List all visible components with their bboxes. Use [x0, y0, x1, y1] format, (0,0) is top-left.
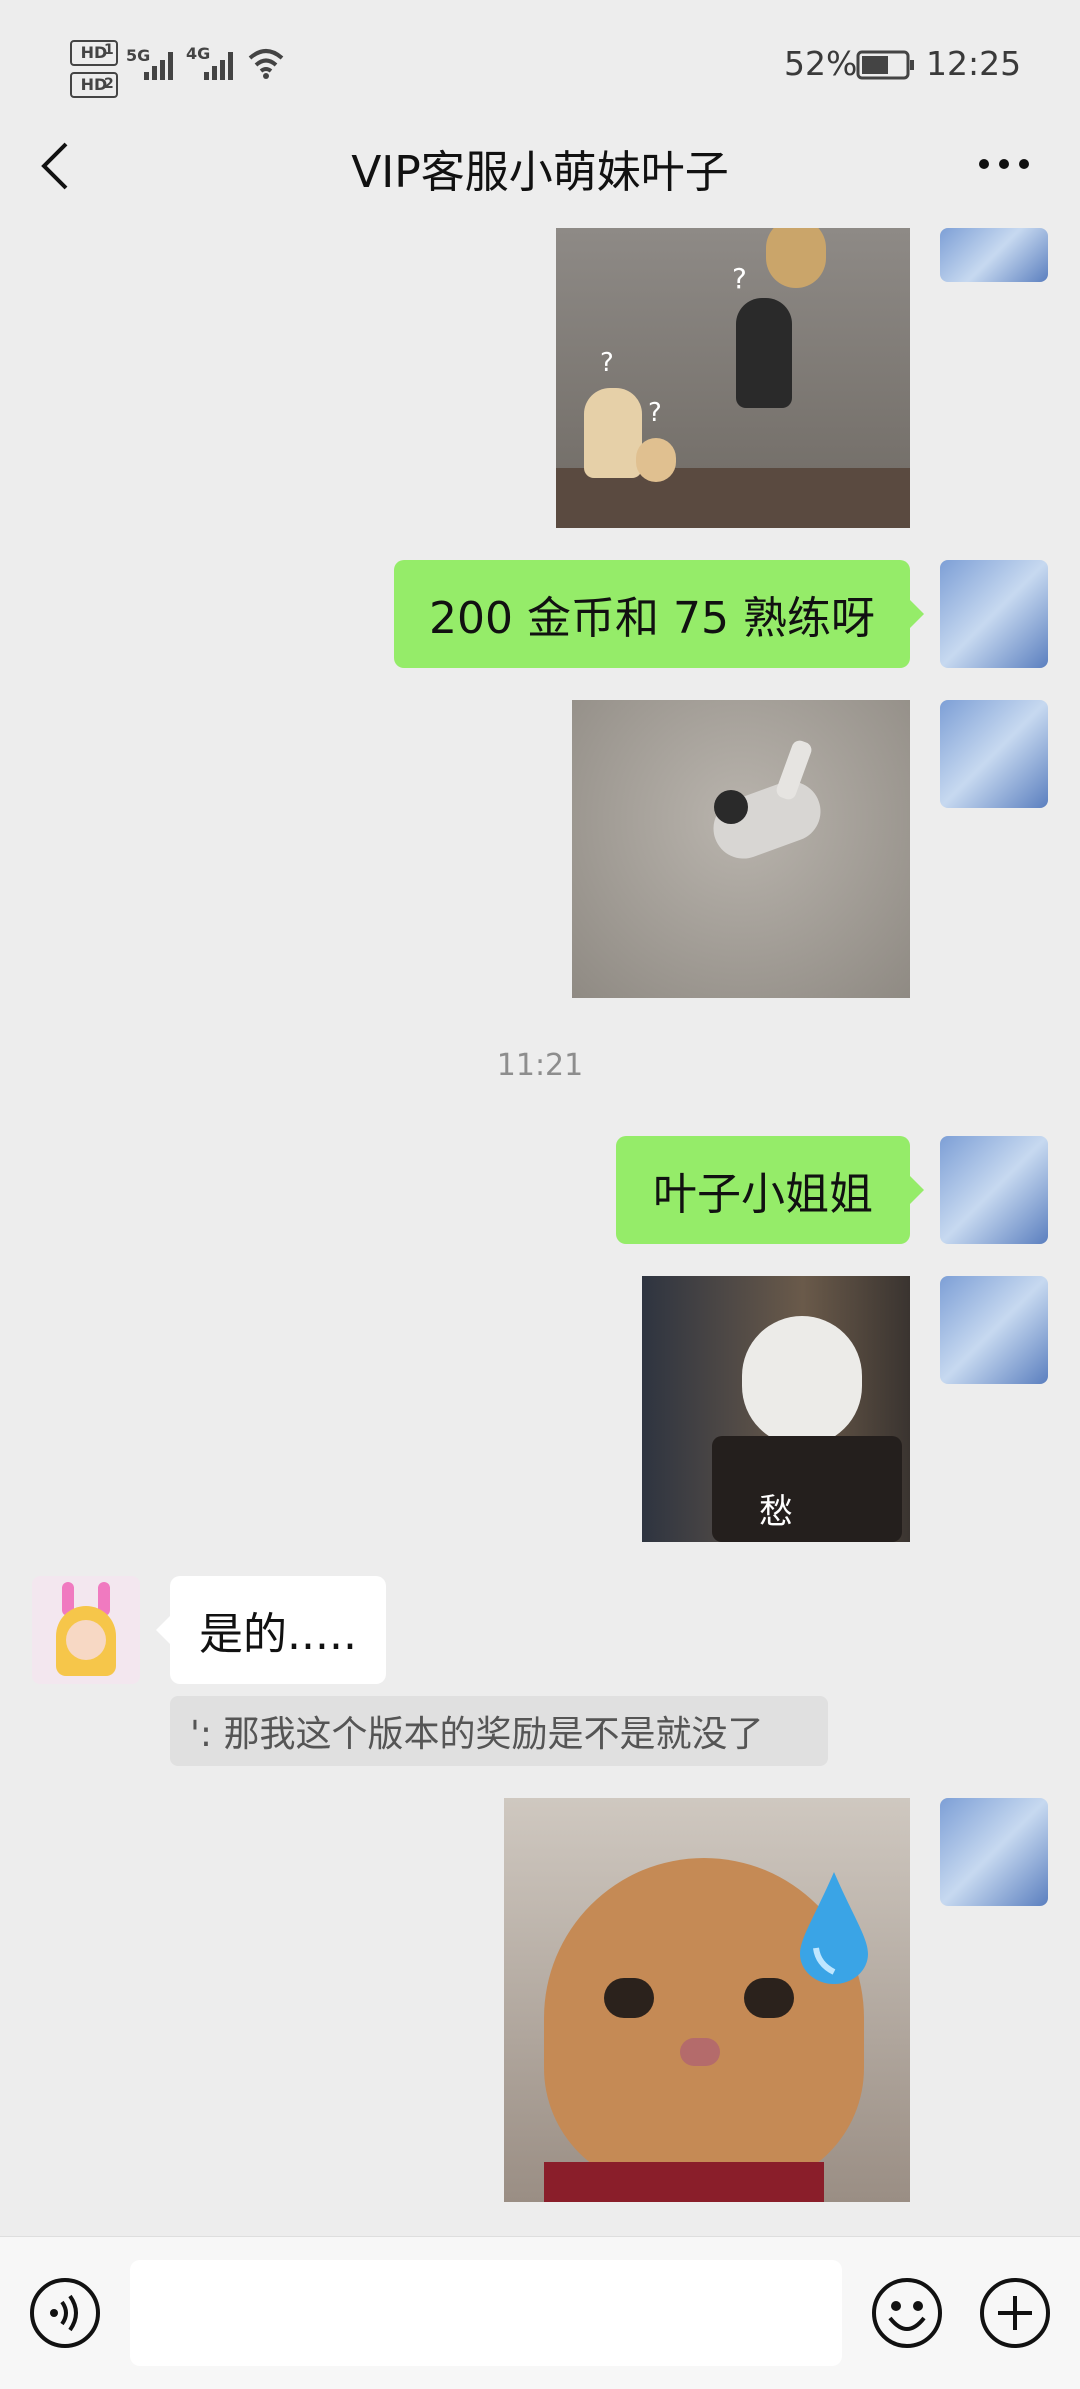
more-dots-icon[interactable] [976, 152, 1032, 176]
wifi-icon [248, 49, 284, 79]
battery-icon [856, 50, 914, 80]
sticker-cat[interactable]: 愁 [642, 1276, 910, 1542]
hd1-sub: 1 [104, 42, 114, 58]
sticker-caption: 愁 [759, 1492, 793, 1532]
message-text: 200 金币和 75 熟练呀 [429, 593, 875, 644]
hd2-sub: 2 [104, 76, 114, 92]
plus-icon[interactable] [978, 2276, 1052, 2350]
message-bubble[interactable]: 叶子小姐姐 [616, 1136, 924, 1244]
sticker-person[interactable] [572, 700, 910, 998]
message-bubble[interactable]: 200 金币和 75 熟练呀 [394, 560, 924, 668]
quoted-reply[interactable]: ': 那我这个版本的奖励是不是就没了 [170, 1696, 828, 1766]
my-avatar[interactable] [940, 560, 1048, 668]
timestamp: 11:21 [496, 1048, 584, 1083]
battery-percent: 52% [784, 44, 858, 83]
sticker-sweat-cat[interactable] [504, 1798, 910, 2202]
message-bubble[interactable]: 是的..... [156, 1576, 386, 1684]
clock: 12:25 [926, 44, 1022, 83]
sweat-drop-icon [800, 1872, 868, 1984]
my-avatar[interactable] [940, 1276, 1048, 1384]
quote-text: ': 那我这个版本的奖励是不是就没了 [190, 1714, 764, 1755]
contact-avatar[interactable] [32, 1576, 140, 1684]
message-text: 是的..... [199, 1609, 357, 1660]
my-avatar[interactable] [940, 1798, 1048, 1906]
chat-area[interactable]: ? ? ? 200 金币和 75 熟练呀 11:21 叶子小姐姐 愁 是的...… [0, 228, 1080, 2236]
voice-icon[interactable] [28, 2276, 102, 2350]
emoji-icon[interactable] [870, 2276, 944, 2350]
my-avatar[interactable] [940, 228, 1048, 282]
chat-title: VIP客服小萌妹叶子 [351, 147, 729, 198]
my-avatar[interactable] [940, 700, 1048, 808]
status-bar: HD 1 HD 2 5G 4G 52% 12:25 [0, 0, 1080, 132]
message-text: 叶子小姐姐 [653, 1169, 873, 1220]
sticker-dogs[interactable]: ? ? ? [556, 228, 910, 528]
message-input[interactable] [130, 2260, 842, 2366]
my-avatar[interactable] [940, 1136, 1048, 1244]
signal-icon-2 [204, 52, 233, 80]
signal-icon [144, 52, 173, 80]
